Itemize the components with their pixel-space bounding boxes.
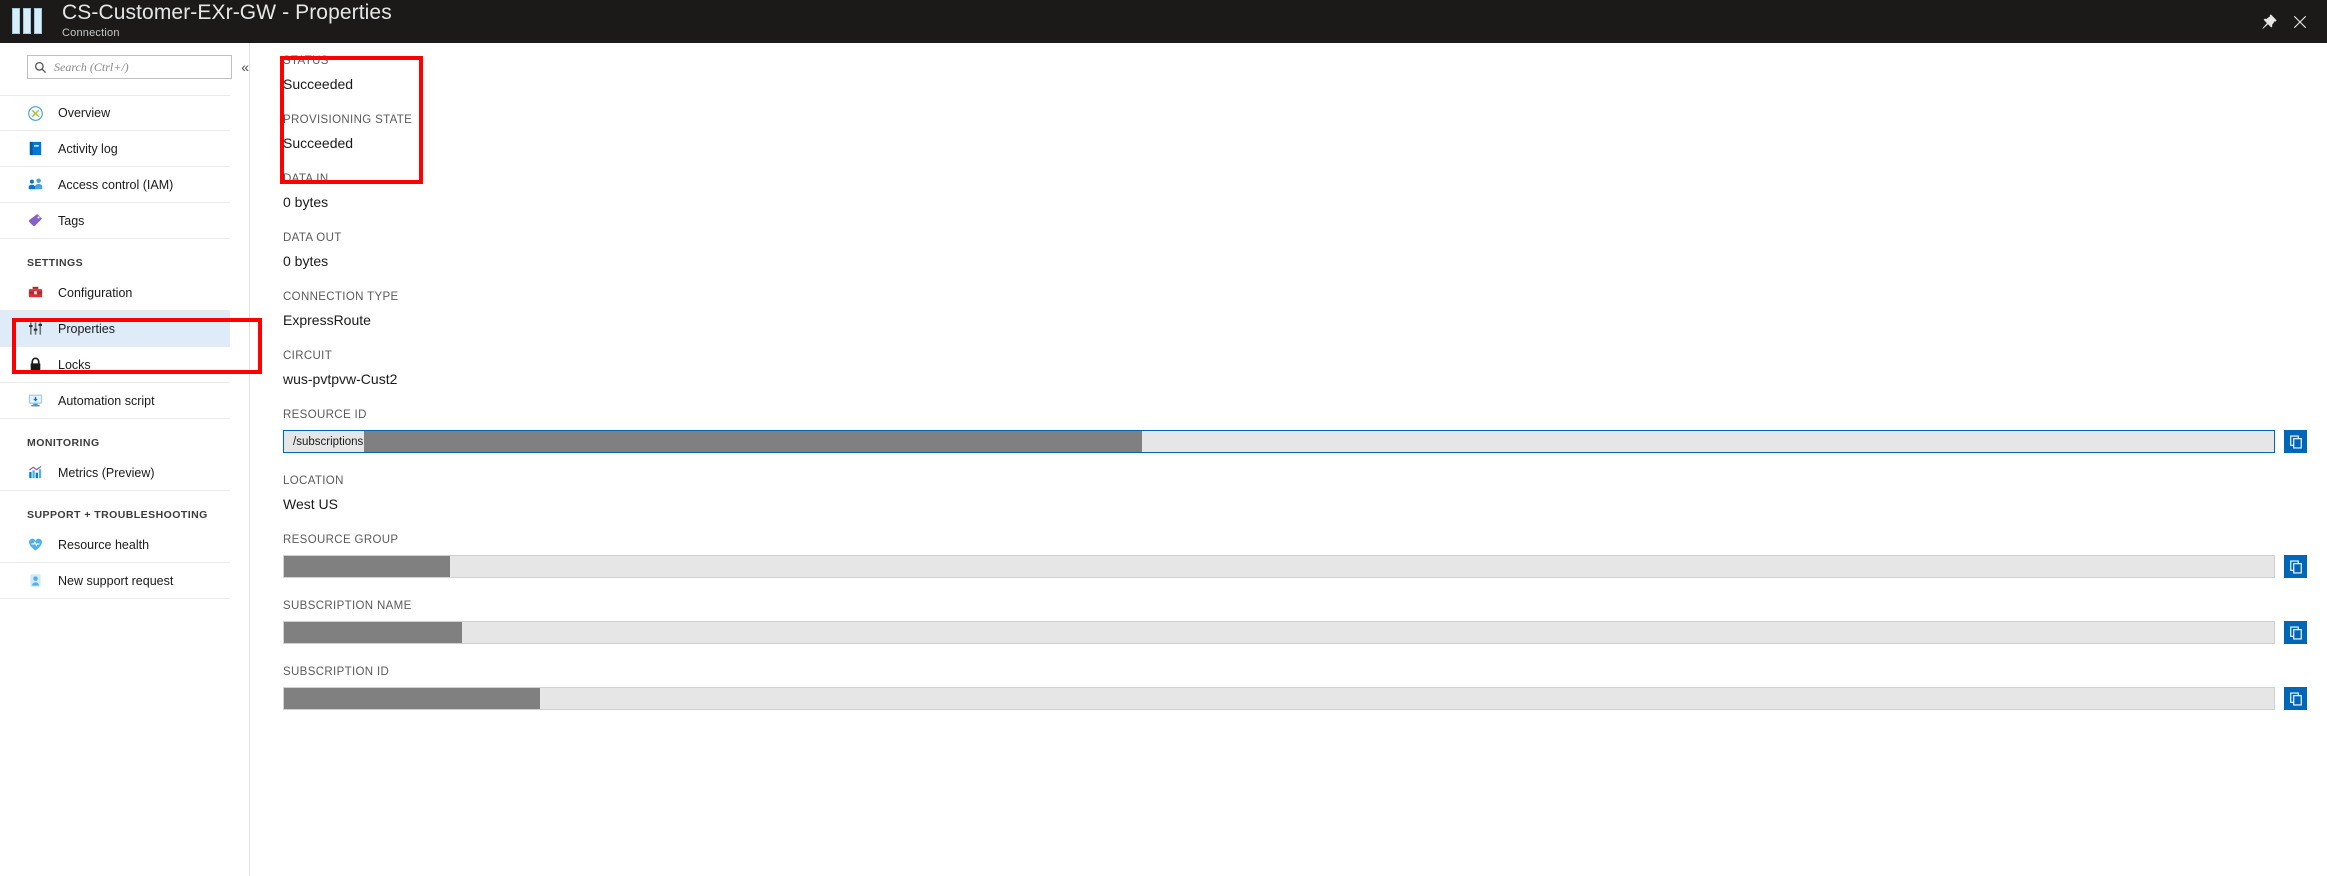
- sidebar-group-monitoring-label: MONITORING: [27, 437, 100, 449]
- page-title: CS-Customer-EXr-GW - Properties: [62, 1, 392, 24]
- property-value: 0 bytes: [283, 253, 329, 269]
- overview-icon: [27, 105, 44, 122]
- sidebar-item-configuration[interactable]: Configuration: [0, 275, 230, 311]
- subscription-name-input[interactable]: [283, 621, 2275, 644]
- sidebar-item-activity-log[interactable]: Activity log: [0, 131, 230, 167]
- properties-panel: STATUS Succeeded PROVISIONING STATE Succ…: [250, 43, 2327, 876]
- tag-icon: [27, 212, 44, 229]
- sidebar-item-label: Resource health: [58, 537, 150, 552]
- sidebar-item-metrics[interactable]: Metrics (Preview): [0, 455, 230, 491]
- property-subscription-name: SUBSCRIPTION NAME: [283, 600, 2327, 644]
- property-circuit: CIRCUIT wus-pvtpvw-Cust2: [283, 350, 2327, 387]
- resource-group-input[interactable]: [283, 555, 2275, 578]
- property-location: LOCATION West US: [283, 475, 2327, 512]
- property-provisioning-state: PROVISIONING STATE Succeeded: [283, 114, 2327, 151]
- azure-portal-logo: [12, 8, 48, 36]
- access-control-icon: [27, 176, 44, 193]
- property-data-out: DATA OUT 0 bytes: [283, 232, 2327, 269]
- property-value: ExpressRoute: [283, 312, 371, 328]
- lock-icon: [27, 356, 44, 373]
- title-bar: CS-Customer-EXr-GW - Properties Connecti…: [0, 0, 2327, 43]
- copy-resource-id-button[interactable]: [2284, 430, 2307, 453]
- property-value: wus-pvtpvw-Cust2: [283, 371, 398, 387]
- properties-icon: [27, 320, 44, 337]
- configuration-icon: [27, 284, 44, 301]
- collapse-sidebar-button[interactable]: «: [241, 60, 249, 74]
- search-icon: [34, 61, 46, 73]
- property-status: STATUS Succeeded: [283, 55, 2327, 92]
- sidebar-item-locks[interactable]: Locks: [0, 347, 230, 383]
- sidebar-item-label: Metrics (Preview): [58, 465, 155, 480]
- copy-subscription-name-button[interactable]: [2284, 621, 2307, 644]
- property-value: 0 bytes: [283, 194, 329, 210]
- property-label: DATA OUT: [283, 232, 342, 244]
- resource-id-value: /subscriptions: [293, 435, 364, 448]
- sidebar-item-label: Properties: [58, 321, 115, 336]
- sidebar-item-tags[interactable]: Tags: [0, 203, 230, 239]
- search-placeholder: Search (Ctrl+/): [54, 59, 129, 74]
- sidebar-item-label: Access control (IAM): [58, 177, 174, 192]
- redaction-overlay: [284, 688, 540, 709]
- copy-to-clipboard-icon: [2289, 691, 2302, 706]
- titlebar-actions: [2241, 0, 2327, 43]
- metrics-icon: [27, 464, 44, 481]
- sidebar-item-label: Locks: [58, 357, 91, 372]
- property-label: RESOURCE GROUP: [283, 534, 399, 546]
- copy-to-clipboard-icon: [2289, 559, 2302, 574]
- resource-id-input[interactable]: /subscriptions: [283, 430, 2275, 453]
- sidebar-group-settings-label: SETTINGS: [27, 257, 84, 269]
- redaction-overlay: [284, 556, 450, 577]
- sidebar-item-label: New support request: [58, 573, 174, 588]
- sidebar-item-access-control[interactable]: Access control (IAM): [0, 167, 230, 203]
- property-label: PROVISIONING STATE: [283, 114, 413, 126]
- property-label: SUBSCRIPTION ID: [283, 666, 390, 678]
- sidebar-item-automation-script[interactable]: Automation script: [0, 383, 230, 419]
- property-label: RESOURCE ID: [283, 409, 367, 421]
- copy-to-clipboard-icon: [2289, 625, 2302, 640]
- property-label: STATUS: [283, 55, 329, 67]
- property-data-in: DATA IN 0 bytes: [283, 173, 2327, 210]
- sidebar-item-overview[interactable]: Overview: [0, 95, 230, 131]
- sidebar-item-new-support-request[interactable]: New support request: [0, 563, 230, 599]
- support-request-icon: [27, 572, 44, 589]
- redaction-overlay: [284, 622, 462, 643]
- property-subscription-id: SUBSCRIPTION ID: [283, 666, 2327, 710]
- sidebar: Search (Ctrl+/) « Overview Activity log …: [0, 43, 250, 876]
- resource-health-icon: [27, 536, 44, 553]
- sidebar-item-label: Overview: [58, 106, 111, 120]
- sidebar-group-support-label: SUPPORT + TROUBLESHOOTING: [27, 509, 208, 521]
- page-subtitle: Connection: [62, 27, 120, 39]
- sidebar-item-resource-health[interactable]: Resource health: [0, 527, 230, 563]
- property-label: CIRCUIT: [283, 350, 333, 362]
- search-row: Search (Ctrl+/) «: [0, 43, 249, 79]
- property-label: SUBSCRIPTION NAME: [283, 600, 412, 612]
- property-resource-group: RESOURCE GROUP: [283, 534, 2327, 578]
- redaction-overlay: [364, 431, 1142, 452]
- property-resource-id: RESOURCE ID /subscriptions: [283, 409, 2327, 453]
- property-value: West US: [283, 496, 338, 512]
- sidebar-item-properties[interactable]: Properties: [0, 311, 230, 347]
- property-label: CONNECTION TYPE: [283, 291, 399, 303]
- close-icon[interactable]: [2291, 13, 2309, 31]
- copy-subscription-id-button[interactable]: [2284, 687, 2307, 710]
- title-block: CS-Customer-EXr-GW - Properties Connecti…: [62, 0, 392, 39]
- property-label: DATA IN: [283, 173, 329, 185]
- activity-log-icon: [27, 140, 44, 157]
- automation-script-icon: [27, 392, 44, 409]
- property-value: Succeeded: [283, 76, 354, 92]
- copy-to-clipboard-icon: [2289, 434, 2302, 449]
- subscription-id-input[interactable]: [283, 687, 2275, 710]
- search-input[interactable]: Search (Ctrl+/): [27, 55, 233, 79]
- property-connection-type: CONNECTION TYPE ExpressRoute: [283, 291, 2327, 328]
- sidebar-item-label: Configuration: [58, 285, 133, 300]
- copy-resource-group-button[interactable]: [2284, 555, 2307, 578]
- sidebar-item-label: Automation script: [58, 393, 155, 408]
- sidebar-item-label: Activity log: [58, 141, 118, 156]
- property-label: LOCATION: [283, 475, 344, 487]
- pin-icon[interactable]: [2259, 13, 2277, 31]
- sidebar-item-label: Tags: [58, 213, 85, 228]
- sidebar-nav: Overview Activity log Access control (IA…: [0, 95, 249, 599]
- property-value: Succeeded: [283, 135, 354, 151]
